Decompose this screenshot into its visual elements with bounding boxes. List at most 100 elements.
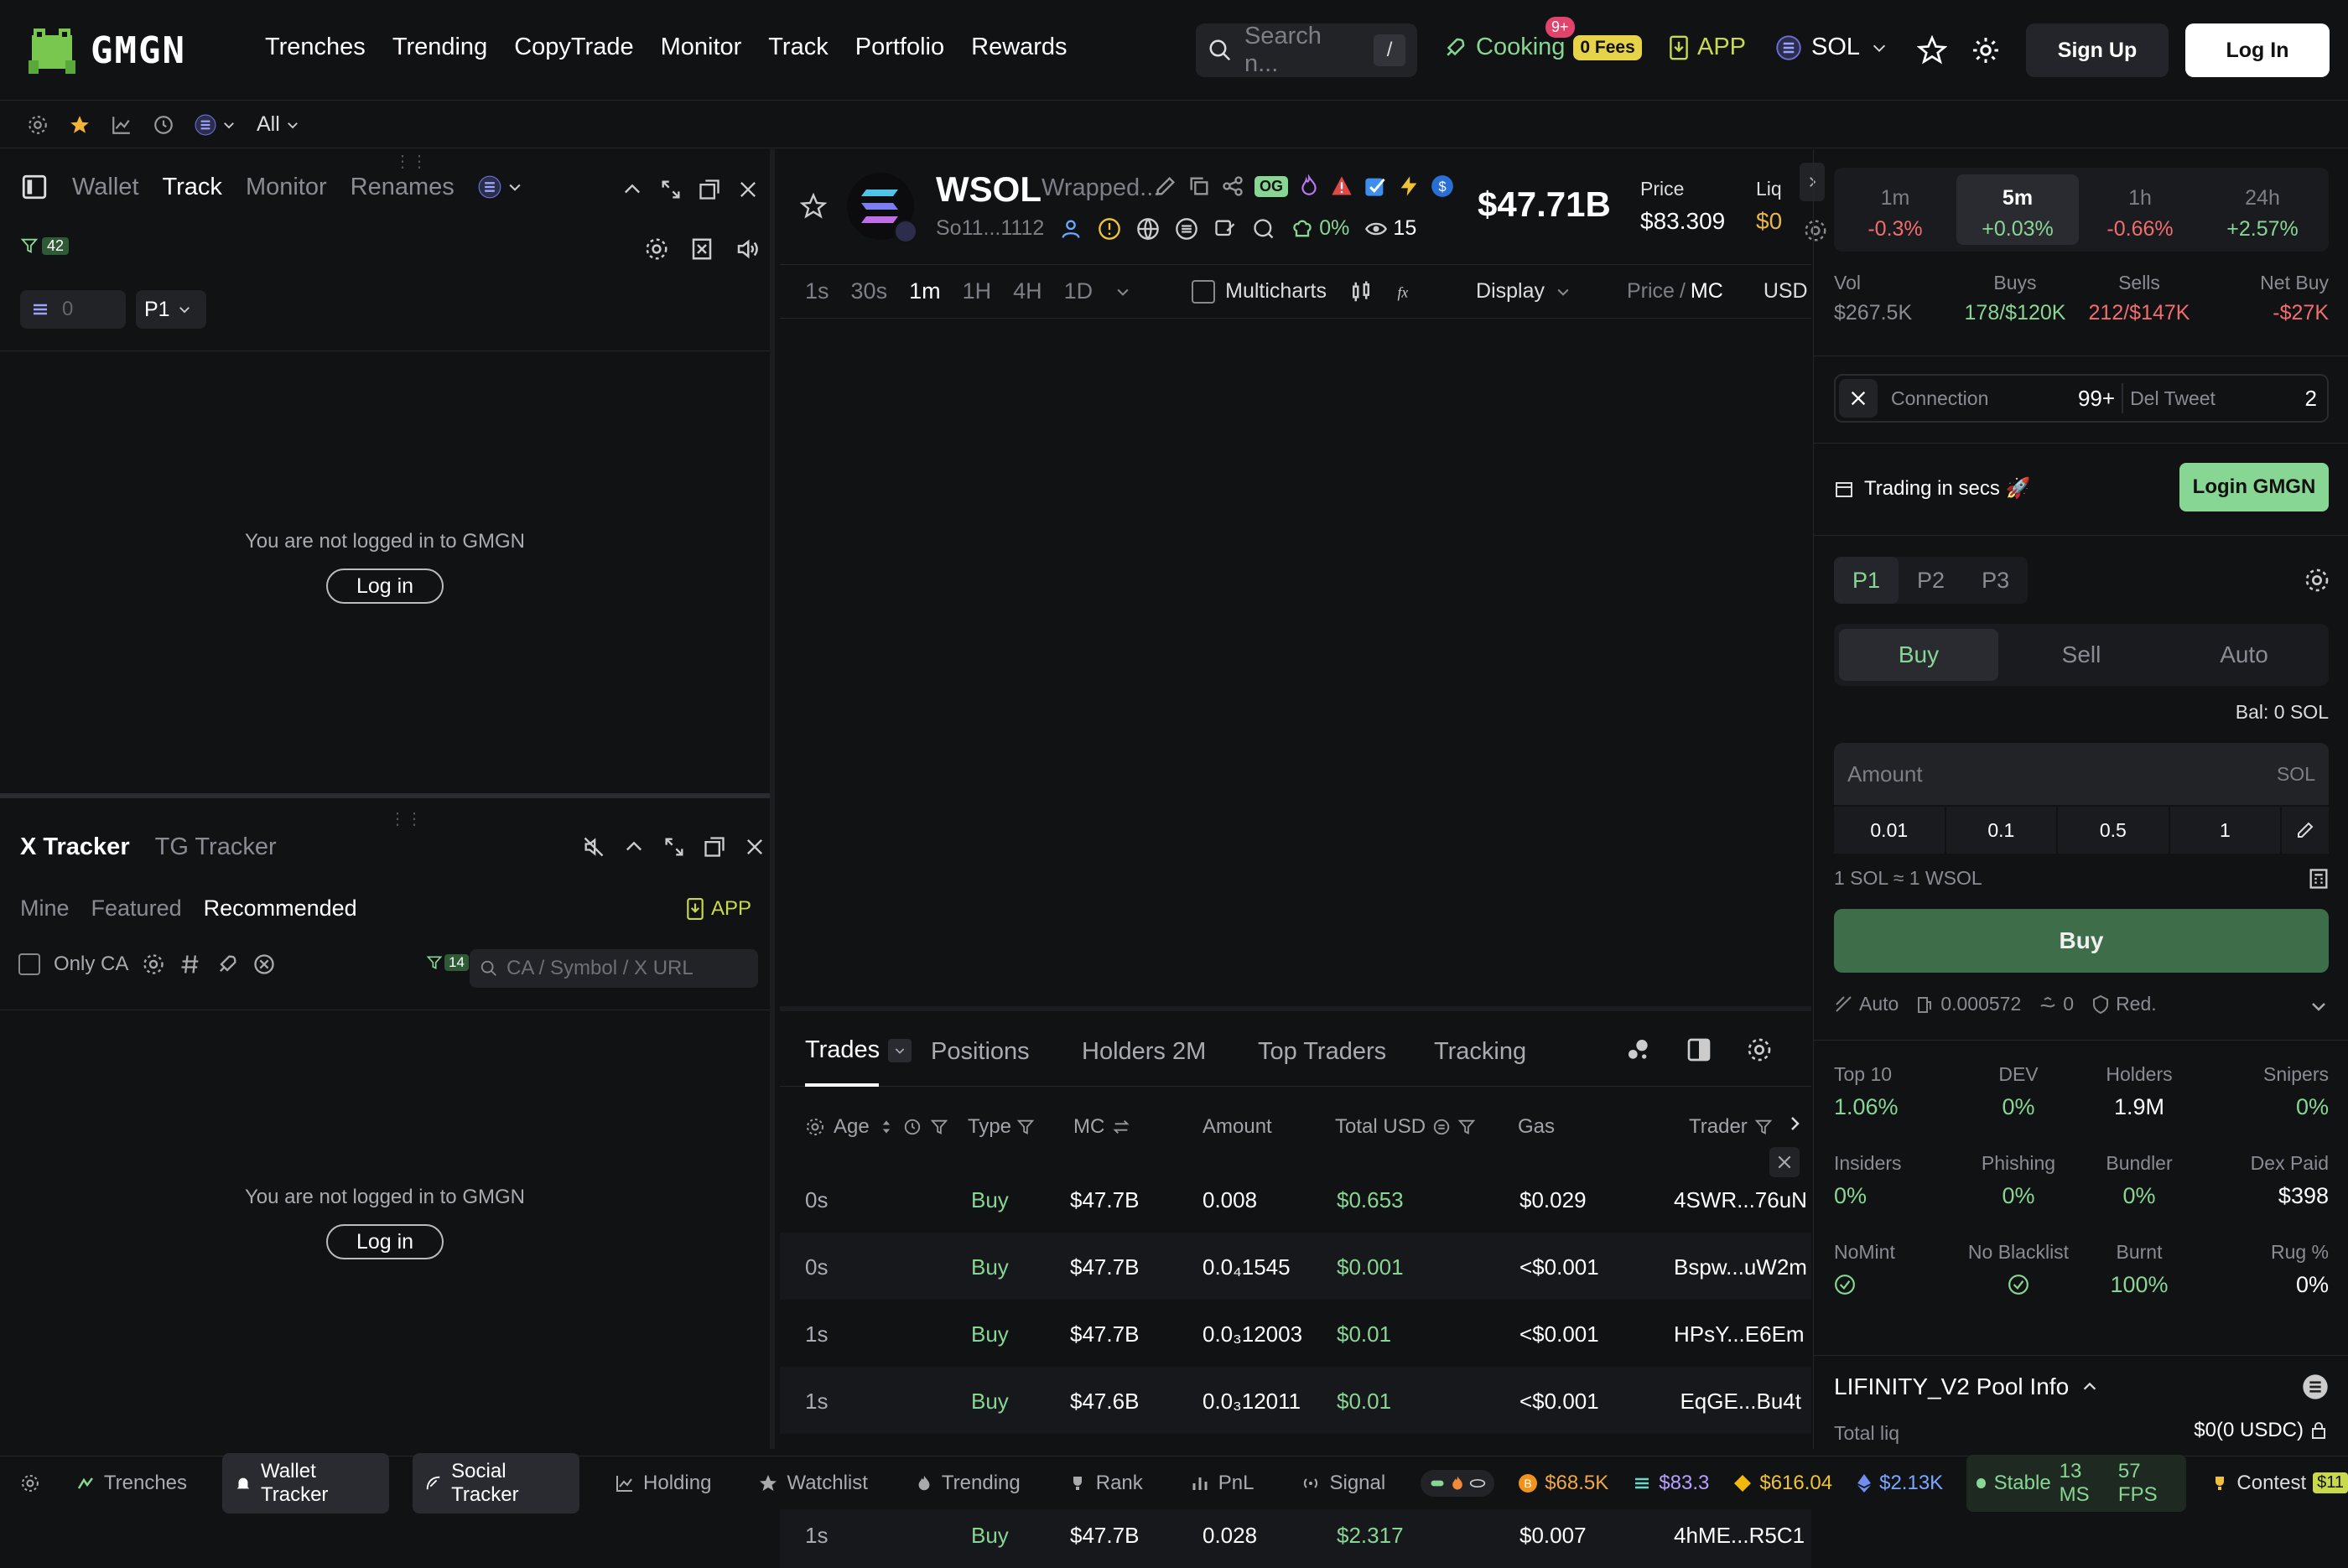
buy-button[interactable]: Buy: [1834, 909, 2329, 973]
table-row[interactable]: 0s Buy $47.7B 0.008 $0.653 $0.029 4SWR...76uN: [780, 1166, 1811, 1233]
all-filter[interactable]: All: [257, 112, 300, 137]
chain-selector[interactable]: [478, 175, 523, 199]
price-mc-toggle[interactable]: Price / MC: [1627, 279, 1723, 304]
table-row[interactable]: 1s Buy $47.7B 0.028 $2.317 $0.007 4hME...R5C1: [780, 1501, 1811, 1568]
display-menu[interactable]: Display: [1476, 279, 1571, 304]
tab-tg-tracker[interactable]: TG Tracker: [155, 833, 277, 861]
col-age[interactable]: Age: [805, 1115, 948, 1139]
chevron-right-icon[interactable]: [1784, 1114, 1805, 1134]
history-icon[interactable]: [153, 114, 174, 136]
col-type[interactable]: Type: [968, 1115, 1035, 1139]
tab-renames[interactable]: Renames: [351, 174, 455, 201]
drag-handle[interactable]: ⋮⋮: [394, 151, 428, 172]
gear-icon[interactable]: [20, 1472, 40, 1494]
chain-selector[interactable]: SOL: [1776, 34, 1888, 61]
gear-icon[interactable]: [644, 236, 669, 262]
preset-select[interactable]: P1: [136, 290, 206, 329]
col-gas[interactable]: Gas: [1518, 1115, 1555, 1139]
nav-portfolio[interactable]: Portfolio: [855, 34, 944, 61]
quick-amount-0-5[interactable]: 0.5: [2058, 807, 2169, 854]
bookmark-off-icon[interactable]: [689, 236, 714, 262]
quick-amount-0-1[interactable]: 0.1: [1945, 807, 2057, 854]
contest-button[interactable]: Contest $11: [2210, 1472, 2348, 1495]
quick-amount-1[interactable]: 1: [2169, 807, 2281, 854]
search-circle-icon[interactable]: [1252, 217, 1275, 241]
col-mc[interactable]: MC: [1073, 1115, 1131, 1139]
bottom-rank[interactable]: Rank: [1056, 1465, 1155, 1502]
rocket-icon[interactable]: [216, 953, 239, 976]
tab-top-traders[interactable]: Top Traders: [1258, 1038, 1386, 1066]
login-button[interactable]: Log in: [326, 1224, 444, 1259]
sidebar-toggle-icon[interactable]: [20, 173, 49, 201]
bottom-social-tracker[interactable]: Social Tracker: [413, 1452, 580, 1513]
tab-holders[interactable]: Holders 2M: [1082, 1038, 1206, 1066]
bottom-trending[interactable]: Trending: [903, 1465, 1032, 1502]
indicator-fx-icon[interactable]: fx: [1395, 279, 1421, 304]
tab-tracking[interactable]: Tracking: [1434, 1038, 1526, 1066]
tab-x-tracker[interactable]: X Tracker: [20, 833, 130, 861]
login-gmgn-button[interactable]: Login GMGN: [2179, 463, 2329, 511]
tf-stat-1m[interactable]: 1m -0.3%: [1834, 186, 1956, 241]
preset-p3[interactable]: P3: [1963, 568, 2028, 594]
tf-30s[interactable]: 30s: [851, 278, 888, 304]
app-button[interactable]: APP: [1669, 34, 1746, 61]
globe-icon[interactable]: [1136, 217, 1160, 241]
chain-filter[interactable]: [195, 114, 236, 136]
tab-featured[interactable]: Featured: [91, 896, 182, 922]
bottom-trenches[interactable]: Trenches: [64, 1465, 199, 1502]
close-icon[interactable]: [736, 178, 760, 201]
nav-rewards[interactable]: Rewards: [971, 34, 1067, 61]
tf-stat-1h[interactable]: 1h -0.66%: [2079, 186, 2201, 241]
resize-divider[interactable]: [780, 1006, 1811, 1011]
tf-stat-5m[interactable]: 5m +0.03%: [1956, 174, 2079, 245]
mode-sell[interactable]: Sell: [2002, 629, 2161, 681]
table-row[interactable]: 0s Buy $47.7B 0.0₄1545 $0.001 <$0.001 Bspw...u…: [780, 1233, 1811, 1300]
cell-trader[interactable]: EqGE...Bu4t: [1674, 1389, 1801, 1415]
candles-icon[interactable]: [1348, 279, 1374, 304]
bottom-pnl[interactable]: PnL: [1178, 1465, 1266, 1502]
pill-toggles[interactable]: [1421, 1469, 1495, 1497]
cell-trader[interactable]: 4hME...R5C1: [1674, 1523, 1805, 1549]
popout-icon[interactable]: [703, 835, 726, 859]
drag-handle[interactable]: ⋮⋮: [389, 808, 423, 829]
user-icon[interactable]: [1059, 217, 1083, 241]
alert-circle-icon[interactable]: [1098, 217, 1121, 241]
expand-icon[interactable]: [659, 178, 683, 201]
gear-icon[interactable]: [142, 953, 165, 976]
signup-button[interactable]: Sign Up: [2026, 23, 2169, 77]
tab-mine[interactable]: Mine: [20, 896, 70, 922]
hashtag-icon[interactable]: [179, 953, 202, 976]
only-ca-checkbox[interactable]: [18, 953, 40, 975]
share-icon[interactable]: [1221, 174, 1244, 198]
price-chart[interactable]: [780, 319, 1811, 1006]
gear-icon[interactable]: [1971, 35, 2001, 65]
tab-track[interactable]: Track: [163, 174, 222, 201]
gear-icon[interactable]: [2304, 567, 2330, 594]
preset-p2[interactable]: P2: [1899, 568, 1963, 594]
cell-trader[interactable]: HPsY...E6Em: [1674, 1321, 1805, 1347]
mode-auto[interactable]: Auto: [2164, 629, 2324, 681]
tab-monitor[interactable]: Monitor: [246, 174, 327, 201]
tab-positions[interactable]: Positions: [931, 1038, 1030, 1066]
search-input[interactable]: Search n... /: [1196, 23, 1417, 77]
trade-settings-row[interactable]: Auto 0.000572 0 Red.: [1834, 993, 2157, 1015]
col-amount[interactable]: Amount: [1203, 1115, 1272, 1139]
bubbles-icon[interactable]: [1625, 1036, 1652, 1063]
tweet-edit-icon[interactable]: [1213, 217, 1237, 241]
app-button[interactable]: APP: [686, 897, 751, 921]
calculator-icon[interactable]: [2307, 867, 2330, 890]
tab-recommended[interactable]: Recommended: [204, 896, 357, 922]
mode-buy[interactable]: Buy: [1839, 629, 1998, 681]
nav-trenches[interactable]: Trenches: [265, 34, 366, 61]
nav-copytrade[interactable]: CopyTrade: [514, 34, 633, 61]
popout-icon[interactable]: [698, 178, 721, 201]
trades-dropdown[interactable]: [888, 1038, 912, 1062]
ca-search-input[interactable]: CA / Symbol / X URL: [470, 949, 758, 988]
multicharts-toggle[interactable]: Multicharts: [1192, 279, 1327, 304]
copy-icon[interactable]: [1187, 174, 1211, 198]
pump-icon[interactable]: [252, 953, 276, 976]
nav-trending[interactable]: Trending: [392, 34, 487, 61]
chevron-down-icon[interactable]: [1114, 283, 1131, 300]
solana-circle-icon[interactable]: [1175, 217, 1198, 241]
chart-line-icon[interactable]: [111, 114, 132, 136]
